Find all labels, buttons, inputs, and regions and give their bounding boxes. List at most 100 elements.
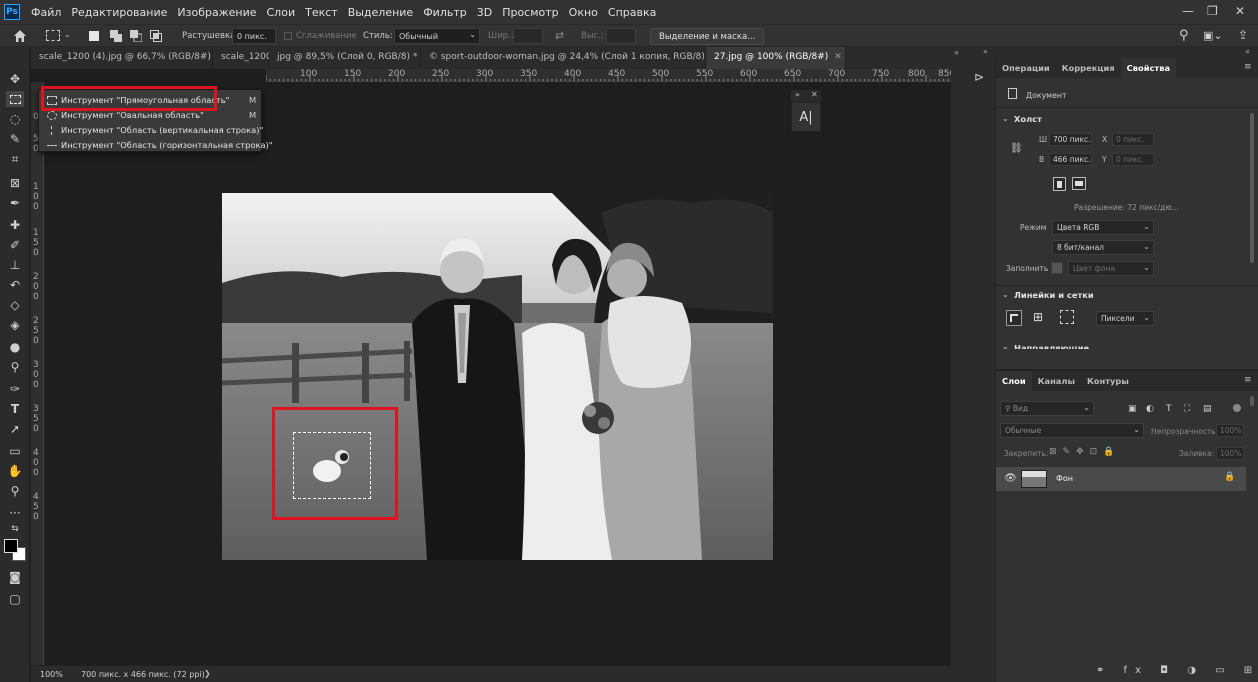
flyout-item-single-row[interactable]: Инструмент "Область (горизонтальная стро… <box>39 138 273 153</box>
history-brush-tool-icon[interactable]: ↶ <box>6 277 24 293</box>
swap-colors-icon[interactable]: ⇆ <box>6 521 24 537</box>
canvas-y-field[interactable]: 0 пикс. <box>1112 153 1154 166</box>
expand-icon[interactable]: » <box>983 47 988 56</box>
fill-select[interactable]: Цвет фона ⌄ <box>1068 261 1154 276</box>
clone-stamp-tool-icon[interactable]: ⊥ <box>6 257 24 273</box>
history-panel-icon[interactable]: ⊳ <box>974 70 988 84</box>
doc-tab[interactable]: jpg @ 89,5% (Слой 0, RGB/8) *✕ <box>269 47 431 69</box>
tab-adjustments[interactable]: Коррекция <box>1056 58 1121 78</box>
layer-name[interactable]: Фон <box>1056 474 1073 483</box>
landscape-orientation-icon[interactable] <box>1072 177 1086 190</box>
swap-icon[interactable]: ⇄ <box>555 29 564 42</box>
doc-tab[interactable]: scale_1200 <box>213 47 272 69</box>
healing-brush-tool-icon[interactable]: ✚ <box>6 217 24 233</box>
flyout-item-single-column[interactable]: Инструмент "Область (вертикальная строка… <box>39 123 263 138</box>
filter-toggle[interactable] <box>1233 404 1241 412</box>
menu-3d[interactable]: 3D <box>472 6 497 19</box>
foreground-color-swatch[interactable] <box>4 539 18 553</box>
fill-field[interactable]: 100% <box>1216 447 1244 460</box>
link-icon[interactable]: ⛓ <box>1010 143 1023 154</box>
collapse-icon[interactable]: « <box>954 48 959 57</box>
chevron-down-icon[interactable]: ⌄ <box>1002 342 1009 351</box>
style-select[interactable]: Обычный ⌄ <box>394 28 480 44</box>
screen-mode-icon[interactable]: ▢ <box>6 591 24 607</box>
home-icon[interactable] <box>12 28 28 44</box>
intersect-selection-icon[interactable] <box>150 30 162 42</box>
canvas-width-field[interactable]: 700 пикс. <box>1049 133 1092 146</box>
doc-tab[interactable]: scale_1200 (4).jpg @ 66,7% (RGB/8#) *✕ <box>31 47 232 69</box>
height-input[interactable] <box>606 28 636 44</box>
width-input[interactable] <box>513 28 543 44</box>
menu-select[interactable]: Выделение <box>343 6 419 19</box>
chevron-down-icon[interactable]: ⌄ <box>64 30 71 39</box>
layers-scrollbar[interactable] <box>1250 396 1254 406</box>
workspace-icon[interactable]: ▣⌄ <box>1203 29 1223 42</box>
layer-actions-icons[interactable]: ⚭ fx ◘ ◑ ▭ ⊞ 🗑 <box>1096 665 1258 676</box>
antialias-checkbox[interactable] <box>284 32 292 40</box>
lock-icons[interactable]: ⊠✎✥⊡🔒 <box>1049 447 1120 457</box>
search-icon[interactable]: ⚲ <box>1179 28 1189 43</box>
marquee-tool-icon[interactable] <box>6 91 24 107</box>
marquee-preset-icon[interactable] <box>46 30 60 41</box>
properties-scrollbar[interactable] <box>1250 113 1254 263</box>
collapse-icon[interactable]: « <box>1245 47 1250 56</box>
menu-filter[interactable]: Фильтр <box>418 6 472 19</box>
doc-tab[interactable]: © sport-outdoor-woman.jpg @ 24,4% (Слой … <box>421 47 726 69</box>
chevron-down-icon[interactable]: ⌄ <box>1002 290 1009 299</box>
filter-pixel-icon[interactable]: ▣ <box>1128 404 1137 414</box>
menu-edit[interactable]: Редактирование <box>66 6 172 19</box>
minimize-icon[interactable]: — <box>1182 4 1194 18</box>
menu-view[interactable]: Просмотр <box>497 6 563 19</box>
fill-color-swatch[interactable] <box>1051 262 1063 274</box>
filter-shape-icon[interactable]: ⛶ <box>1184 404 1190 414</box>
add-selection-icon[interactable] <box>110 30 122 42</box>
layer-filter-select[interactable]: ⚲ Вид ⌄ <box>1000 401 1094 416</box>
close-icon[interactable]: ✕ <box>834 52 842 64</box>
visibility-eye-icon[interactable]: 👁 <box>1004 473 1017 484</box>
rectangle-tool-icon[interactable]: ▭ <box>6 443 24 459</box>
chevron-right-icon[interactable]: ❯ <box>204 669 211 678</box>
blur-tool-icon[interactable]: ● <box>6 339 24 355</box>
close-icon[interactable]: ✕ <box>811 90 818 99</box>
chevron-down-icon[interactable]: ⌄ <box>1002 114 1009 123</box>
tab-properties[interactable]: Свойства <box>1120 58 1177 78</box>
filter-adjustment-icon[interactable]: ◐ <box>1146 404 1154 414</box>
menu-help[interactable]: Справка <box>603 6 661 19</box>
select-and-mask-button[interactable]: Выделение и маска... <box>650 28 765 45</box>
filter-type-icon[interactable]: T <box>1166 404 1172 414</box>
menu-layers[interactable]: Слои <box>262 6 301 19</box>
color-mode-select[interactable]: Цвета RGB ⌄ <box>1052 220 1154 235</box>
type-tool-icon[interactable]: T <box>6 401 24 417</box>
tab-paths[interactable]: Контуры <box>1081 371 1135 391</box>
tab-actions[interactable]: Операции <box>996 58 1056 78</box>
grid-icon[interactable]: ⊞ <box>1033 310 1047 324</box>
collapse-icon[interactable]: » <box>795 90 800 99</box>
canvas-height-field[interactable]: 466 пикс. <box>1049 153 1092 166</box>
zoom-level[interactable]: 100% <box>40 670 63 679</box>
tab-layers[interactable]: Слои <box>996 371 1032 391</box>
menu-file[interactable]: Файл <box>26 6 66 19</box>
path-selection-tool-icon[interactable]: ➚ <box>6 421 24 437</box>
opacity-field[interactable]: 100% <box>1216 424 1244 437</box>
filter-smart-object-icon[interactable]: ▤ <box>1203 404 1212 414</box>
share-icon[interactable]: ⇪ <box>1238 28 1248 42</box>
layer-row-background[interactable]: 👁 Фон 🔒 <box>996 467 1246 491</box>
canvas-x-field[interactable]: 0 пикс. <box>1112 133 1154 146</box>
lock-icon[interactable]: 🔒 <box>1224 472 1235 482</box>
eyedropper-tool-icon[interactable]: ✒ <box>6 195 24 211</box>
frame-tool-icon[interactable]: ⊠ <box>6 175 24 191</box>
hand-tool-icon[interactable]: ✋ <box>6 463 24 479</box>
menu-type[interactable]: Текст <box>300 6 343 19</box>
paint-bucket-tool-icon[interactable]: ◈ <box>6 317 24 333</box>
quick-select-tool-icon[interactable]: ✎ <box>6 131 24 147</box>
portrait-orientation-icon[interactable] <box>1053 177 1066 191</box>
more-tools-icon[interactable]: ··· <box>6 505 24 521</box>
lasso-tool-icon[interactable]: ◌ <box>6 111 24 127</box>
panel-menu-icon[interactable]: ≡ <box>1244 375 1252 385</box>
quick-mask-icon[interactable]: ◙ <box>6 569 24 585</box>
ruler-toggle-icon[interactable] <box>1006 310 1022 326</box>
doc-tab-active[interactable]: 27.jpg @ 100% (RGB/8#) ✕ <box>706 47 846 69</box>
blend-mode-select[interactable]: Обычные ⌄ <box>1000 423 1144 438</box>
subtract-selection-icon[interactable] <box>130 30 143 43</box>
move-tool-icon[interactable]: ✥ <box>6 71 24 87</box>
